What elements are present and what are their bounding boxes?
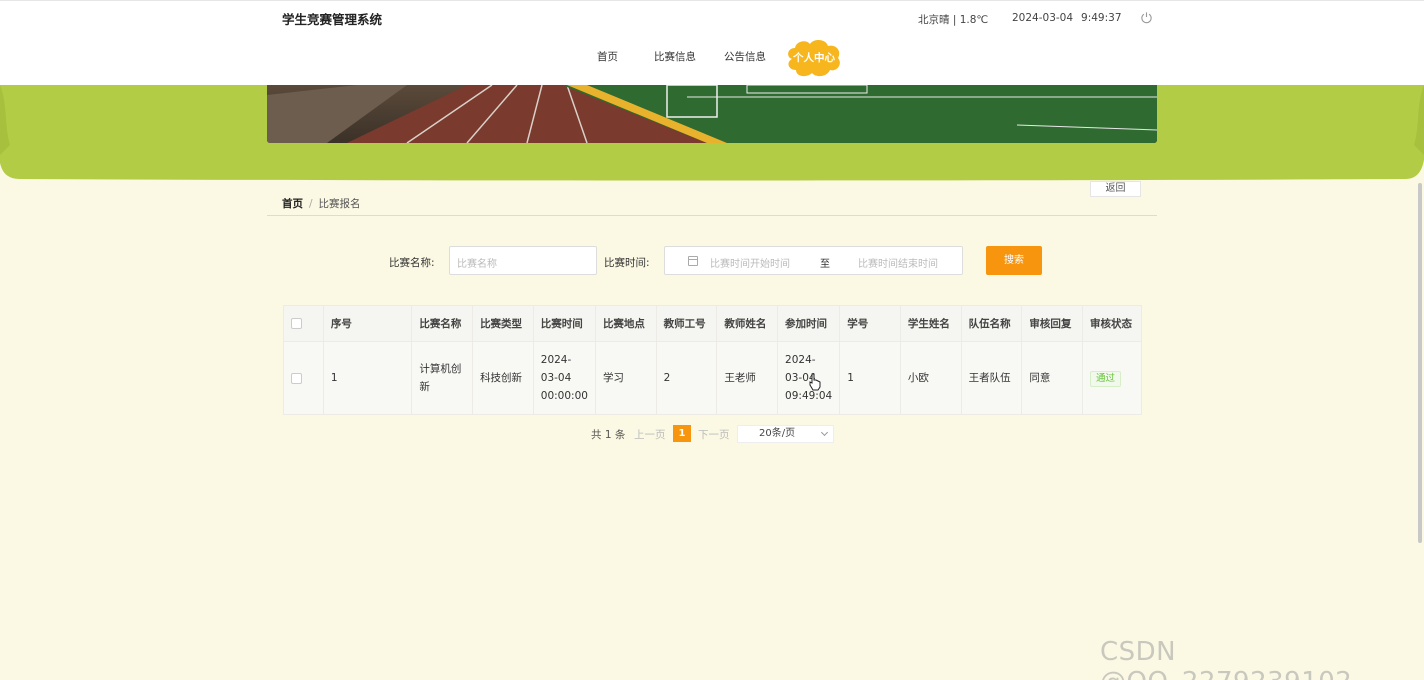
table-header-row: 序号 比赛名称 比赛类型 比赛时间 比赛地点 教师工号 教师姓名 参加时间 学号… xyxy=(283,305,1142,342)
main-nav: 首页 比赛信息 公告信息 个人中心 xyxy=(0,35,1424,79)
page-scrollbar[interactable] xyxy=(1418,183,1422,543)
nav-competitions[interactable]: 比赛信息 xyxy=(654,49,696,64)
breadcrumb-current: 比赛报名 xyxy=(318,198,361,210)
pagination-prev[interactable]: 上一页 xyxy=(634,427,666,442)
table-cell: 小欧 xyxy=(899,341,962,415)
column-header: 教师姓名 xyxy=(716,305,779,342)
select-all-checkbox[interactable] xyxy=(291,318,302,329)
current-time: 9:49:37 xyxy=(1081,12,1122,24)
end-time-input[interactable]: 比赛时间结束时间 xyxy=(858,255,938,270)
column-header: 队伍名称 xyxy=(960,305,1023,342)
start-time-input[interactable]: 比赛时间开始时间 xyxy=(710,255,790,270)
registration-table: 序号 比赛名称 比赛类型 比赛时间 比赛地点 教师工号 教师姓名 参加时间 学号… xyxy=(283,305,1142,415)
row-select-cell xyxy=(283,341,324,415)
breadcrumb-home[interactable]: 首页 xyxy=(282,198,303,210)
column-header: 比赛地点 xyxy=(594,305,657,342)
select-all-cell xyxy=(283,305,324,342)
table-cell: 计算机创新 xyxy=(411,341,474,415)
nav-personal-center-label: 个人中心 xyxy=(793,52,835,64)
table-cell: 王老师 xyxy=(716,341,779,415)
table-cell: 1 xyxy=(839,341,901,415)
column-header: 比赛类型 xyxy=(472,305,534,342)
page-size-value: 20条/页 xyxy=(759,428,796,439)
pagination-total: 共 1 条 xyxy=(591,429,626,441)
breadcrumb: 首页 / 比赛报名 xyxy=(282,196,361,211)
column-header: 学生姓名 xyxy=(899,305,962,342)
search-button[interactable]: 搜索 xyxy=(986,246,1042,275)
row-checkbox[interactable] xyxy=(291,372,302,384)
breadcrumb-separator: / xyxy=(309,198,313,210)
breadcrumb-divider xyxy=(267,215,1157,216)
chevron-down-icon xyxy=(820,428,829,437)
site-title: 学生竞赛管理系统 xyxy=(282,12,383,27)
pagination-next[interactable]: 下一页 xyxy=(698,427,730,442)
table-cell: 同意 xyxy=(1021,341,1084,415)
nav-home[interactable]: 首页 xyxy=(597,49,618,64)
table-cell: 1 xyxy=(322,341,413,415)
range-separator: 至 xyxy=(820,259,830,270)
power-icon[interactable] xyxy=(1140,11,1153,24)
weather-info: 北京晴 | 1.8℃ xyxy=(918,14,989,26)
calendar-icon xyxy=(688,256,698,266)
competition-name-label: 比赛名称: xyxy=(389,257,435,269)
nav-personal-center[interactable]: 个人中心 xyxy=(784,37,844,79)
competition-time-range-picker[interactable]: 比赛时间开始时间 至 比赛时间结束时间 xyxy=(664,246,963,275)
column-header: 比赛时间 xyxy=(532,305,596,342)
column-header: 参加时间 xyxy=(777,305,841,342)
column-header: 比赛名称 xyxy=(411,305,474,342)
current-date: 2024-03-04 xyxy=(1012,12,1074,24)
datetime: 2024-03-04 9:49:37 xyxy=(1012,12,1122,24)
banner-stadium-image xyxy=(267,85,1157,143)
nav-announcements[interactable]: 公告信息 xyxy=(724,49,766,64)
column-header: 教师工号 xyxy=(655,305,718,342)
watermark: CSDN @QQ_2279239102 xyxy=(1100,637,1352,680)
column-header: 审核状态 xyxy=(1082,305,1142,342)
table-cell: 科技创新 xyxy=(472,341,534,415)
column-header: 学号 xyxy=(839,305,901,342)
column-header: 审核回复 xyxy=(1021,305,1084,342)
mouse-pointer-icon xyxy=(809,373,821,391)
status-badge: 通过 xyxy=(1090,371,1122,387)
table-cell: 王者队伍 xyxy=(960,341,1023,415)
competition-name-input[interactable]: 比赛名称 xyxy=(449,246,597,275)
table-cell: 2024-03-04 00:00:00 xyxy=(532,341,596,415)
table-cell: 2 xyxy=(655,341,718,415)
competition-time-label: 比赛时间: xyxy=(604,257,650,269)
column-header: 序号 xyxy=(322,305,413,342)
table-row[interactable]: 1 计算机创新 科技创新 2024-03-04 00:00:00 学习 2 王老… xyxy=(283,341,1142,415)
page-size-select[interactable]: 20条/页 xyxy=(737,425,834,443)
status-cell: 通过 xyxy=(1082,341,1142,415)
pagination-page-current[interactable]: 1 xyxy=(673,425,691,442)
table-cell: 学习 xyxy=(594,341,657,415)
top-header: 学生竞赛管理系统 北京晴 | 1.8℃ 2024-03-04 9:49:37 首页… xyxy=(0,0,1424,85)
